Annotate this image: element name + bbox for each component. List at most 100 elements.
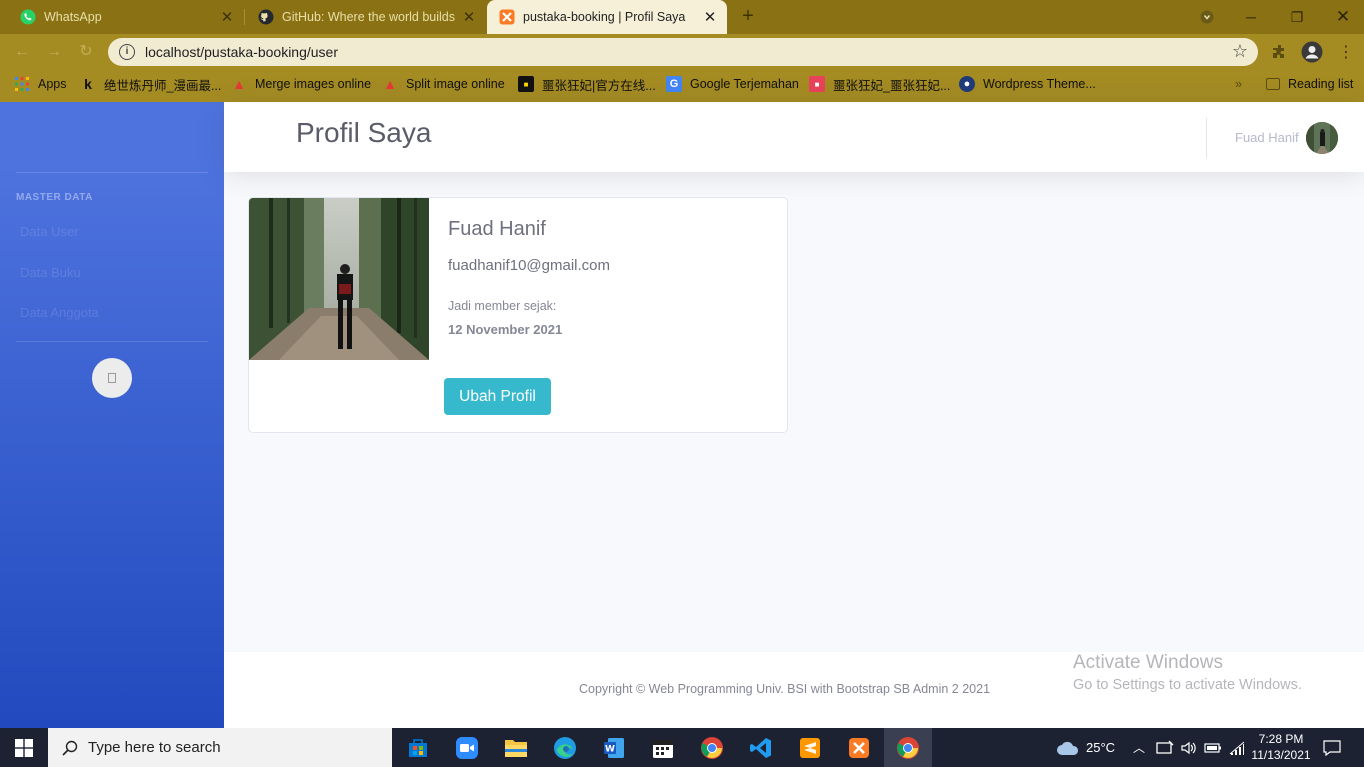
tab-search-icon[interactable]: [1184, 0, 1230, 34]
clock-time: 7:28 PM: [1258, 732, 1304, 746]
minimize-window-button[interactable]: ─: [1228, 0, 1274, 34]
close-tab-icon[interactable]: ✕: [462, 9, 476, 26]
bookmark-novel-2[interactable]: ■ 噩张狂妃_噩张狂妃...: [809, 70, 950, 98]
browser-tab-strip: WhatsApp ✕ GitHub: Where the world build…: [0, 0, 1364, 34]
network-drive-icon[interactable]: [1156, 728, 1174, 767]
clock-date: 11/13/2021: [1251, 748, 1311, 762]
sidebar-item-data-buku[interactable]: Data Buku: [20, 265, 81, 280]
back-button[interactable]: ←: [12, 42, 32, 62]
reading-list-icon: [1266, 78, 1280, 90]
bookmark-split-images[interactable]: ▲ Split image online: [382, 70, 505, 98]
profile-icon[interactable]: [1300, 40, 1324, 64]
start-button[interactable]: [0, 728, 48, 767]
xampp-icon[interactable]: [835, 728, 883, 767]
forward-button[interactable]: →: [44, 42, 64, 62]
file-explorer-icon[interactable]: [492, 728, 540, 767]
calendar-app-icon[interactable]: [639, 728, 687, 767]
footer: Copyright © Web Programming Univ. BSI wi…: [224, 652, 1364, 728]
profile-card: Fuad Hanif fuadhanif10@gmail.com Jadi me…: [248, 197, 788, 433]
chrome-icon[interactable]: [688, 728, 736, 767]
weather-widget[interactable]: 25°C: [1056, 728, 1115, 767]
menu-icon[interactable]: ⋮: [1334, 40, 1358, 64]
close-window-button[interactable]: ✕: [1320, 0, 1364, 34]
tab-github[interactable]: GitHub: Where the world builds ✕: [238, 0, 486, 34]
search-placeholder: Type here to search: [88, 739, 221, 756]
tree-icon: ▲: [232, 76, 246, 92]
topbar-divider: [1206, 118, 1207, 158]
novel-site-icon: ■: [518, 76, 534, 92]
chrome-active-icon[interactable]: [884, 728, 932, 767]
bookmark-novel[interactable]: ■ 噩张狂妃|官方在线...: [518, 70, 656, 98]
reload-button[interactable]: ↻: [76, 42, 96, 62]
sidebar-toggle-button[interactable]: [92, 358, 132, 398]
battery-icon[interactable]: [1204, 728, 1222, 767]
novel-site-icon: ■: [809, 76, 825, 92]
search-icon: [62, 740, 78, 756]
bookmark-apps[interactable]: Apps: [14, 70, 67, 98]
zoom-icon[interactable]: [443, 728, 491, 767]
sidebar-item-data-user[interactable]: Data User: [20, 224, 79, 239]
topbar: Profil Saya Fuad Hanif: [224, 102, 1364, 172]
page-title: Profil Saya: [296, 117, 432, 148]
browser-toolbar: ← → ↻ i localhost/pustaka-booking/user ☆…: [0, 34, 1364, 70]
wordpress-icon: ●: [959, 76, 975, 92]
bookmark-label: Google Terjemahan: [690, 77, 799, 91]
weather-temperature: 25°C: [1086, 740, 1116, 755]
show-hidden-icons-chevron-icon[interactable]: ︿: [1133, 728, 1145, 767]
sidebar-heading: MASTER DATA: [16, 192, 93, 203]
profile-email: fuadhanif10@gmail.com: [448, 257, 610, 274]
tab-title: pustaka-booking | Profil Saya: [523, 10, 686, 24]
close-tab-icon[interactable]: ✕: [220, 9, 234, 26]
tab-title: WhatsApp: [44, 10, 102, 24]
bookmark-google-translate[interactable]: G Google Terjemahan: [666, 70, 799, 98]
more-bookmarks-icon[interactable]: »: [1235, 70, 1242, 98]
vscode-icon[interactable]: [737, 728, 785, 767]
member-since-value: 12 November 2021: [448, 322, 563, 337]
sidebar-item-data-anggota[interactable]: Data Anggota: [20, 305, 99, 320]
bookmark-star-icon[interactable]: ☆: [1232, 41, 1248, 62]
address-bar[interactable]: i localhost/pustaka-booking/user ☆: [108, 38, 1258, 66]
bookmark-label: 噩张狂妃|官方在线...: [542, 78, 656, 93]
github-icon: [258, 9, 274, 25]
tab-pustaka-booking[interactable]: pustaka-booking | Profil Saya ✕: [487, 0, 727, 34]
notifications-icon[interactable]: [1323, 728, 1341, 767]
restore-window-button[interactable]: ❐: [1274, 0, 1320, 34]
bookmark-label: Apps: [38, 77, 67, 91]
tab-title: GitHub: Where the world builds: [282, 10, 455, 24]
new-tab-button[interactable]: +: [738, 6, 758, 26]
profile-name: Fuad Hanif: [448, 218, 546, 240]
copyright-text: Copyright © Web Programming Univ. BSI wi…: [579, 682, 991, 696]
activate-windows-watermark: Activate Windows Go to Settings to activ…: [1073, 652, 1302, 693]
bookmark-label: Wordpress Theme...: [983, 77, 1096, 91]
google-translate-icon: G: [666, 76, 682, 92]
watermark-title: Activate Windows: [1073, 652, 1223, 673]
url-text: localhost/pustaka-booking/user: [145, 44, 339, 60]
wifi-icon[interactable]: [1228, 728, 1246, 767]
tab-whatsapp[interactable]: WhatsApp ✕: [0, 0, 244, 34]
bookmark-label: Split image online: [406, 77, 505, 91]
sublime-text-icon[interactable]: [786, 728, 834, 767]
extensions-icon[interactable]: [1268, 40, 1292, 64]
tree-icon: ▲: [383, 76, 397, 92]
edge-icon[interactable]: [541, 728, 589, 767]
bookmark-manga[interactable]: k 绝世炼丹师_漫画最...: [80, 70, 221, 98]
bookmark-wordpress-themes[interactable]: ● Wordpress Theme...: [959, 70, 1096, 98]
svg-text:W: W: [605, 744, 615, 754]
watermark-subtitle: Go to Settings to activate Windows.: [1073, 677, 1302, 693]
reading-list-button[interactable]: Reading list: [1266, 70, 1353, 98]
word-icon[interactable]: W: [590, 728, 638, 767]
edit-profile-button[interactable]: Ubah Profil: [444, 378, 551, 415]
microsoft-store-icon[interactable]: [394, 728, 442, 767]
volume-icon[interactable]: [1180, 728, 1198, 767]
avatar[interactable]: [1306, 122, 1338, 154]
member-since-label: Jadi member sejak:: [448, 299, 557, 313]
bookmark-merge-images[interactable]: ▲ Merge images online: [231, 70, 371, 98]
taskbar-search-box[interactable]: Type here to search: [48, 728, 392, 767]
windows-logo-icon: [15, 738, 33, 757]
topbar-user-name[interactable]: Fuad Hanif: [1235, 130, 1299, 145]
site-info-icon[interactable]: i: [119, 44, 135, 60]
system-clock[interactable]: 7:28 PM 11/13/2021: [1246, 731, 1316, 763]
close-tab-icon[interactable]: ✕: [703, 9, 717, 26]
sidebar-divider: [16, 341, 208, 342]
bookmark-label: Merge images online: [255, 77, 372, 91]
